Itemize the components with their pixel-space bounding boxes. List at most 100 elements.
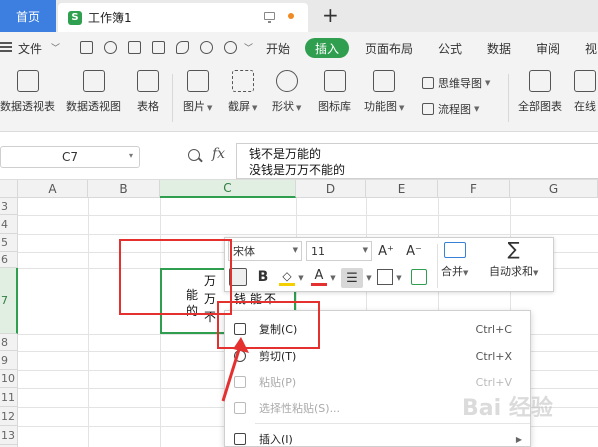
- autosum-button[interactable]: ∑ 自动求和▼: [489, 241, 538, 279]
- new-tab-button[interactable]: +: [322, 4, 339, 26]
- tab-formula[interactable]: 公式: [438, 40, 462, 57]
- shape-button[interactable]: 形状 ▼: [272, 70, 301, 114]
- picture-icon: [186, 70, 209, 92]
- all-charts-button[interactable]: 全部图表: [518, 70, 562, 114]
- merge-button[interactable]: 合并▼: [441, 242, 468, 279]
- chevron-down-icon[interactable]: ▼: [297, 271, 305, 285]
- icon-library-button[interactable]: 图标库: [318, 70, 351, 114]
- menu-item-insert[interactable]: 插入(I) ▶: [225, 426, 530, 447]
- online-chart-label: 在线: [574, 100, 596, 113]
- row-header[interactable]: 3: [0, 198, 18, 215]
- bold-button[interactable]: B: [255, 268, 271, 286]
- pivot-table-button[interactable]: 数据透视表: [0, 70, 55, 114]
- formula-line-1: 钱不是万能的: [249, 147, 322, 161]
- redo-icon[interactable]: [224, 41, 237, 54]
- tab-review[interactable]: 审阅: [536, 40, 560, 57]
- function-chart-button[interactable]: 功能图 ▼: [364, 70, 404, 114]
- grid-line: [18, 234, 598, 235]
- undo-icon[interactable]: [200, 41, 213, 54]
- chevron-down-icon[interactable]: ﹀: [244, 41, 253, 54]
- file-menu[interactable]: 文件: [18, 40, 42, 57]
- row-header[interactable]: 5: [0, 234, 18, 252]
- menu-item-label: 插入(I): [259, 433, 293, 446]
- chevron-down-icon[interactable]: ▼: [365, 271, 373, 285]
- row-header[interactable]: 4: [0, 215, 18, 234]
- print-preview-icon[interactable]: [152, 41, 165, 54]
- annotation-arrow-icon: [221, 337, 249, 402]
- column-header-d[interactable]: D: [296, 180, 366, 198]
- font-size-select[interactable]: 11 ▼: [306, 241, 372, 261]
- menu-bar: 文件 ﹀ ﹀ 开始 插入 页面布局 公式 数据 审阅 视: [0, 32, 598, 64]
- pivot-chart-label: 数据透视图: [66, 100, 121, 113]
- column-header-b[interactable]: B: [88, 180, 160, 198]
- ribbon: 数据透视表 数据透视图 表格 图片 ▼ 截屏 ▼ 形状 ▼ 图标库 功能图 ▼ 思维导图…: [0, 64, 598, 132]
- column-header-e[interactable]: E: [366, 180, 438, 198]
- ribbon-divider: [508, 74, 509, 122]
- output-icon[interactable]: [104, 41, 117, 54]
- row-header[interactable]: 9: [0, 351, 18, 370]
- name-box[interactable]: C7 ▾: [0, 146, 140, 168]
- select-all-corner[interactable]: [0, 180, 18, 198]
- mind-map-icon: [422, 77, 434, 89]
- home-tab[interactable]: 首页: [0, 0, 56, 32]
- align-center-icon[interactable]: ☰: [341, 268, 363, 288]
- unsaved-dot-icon: [288, 13, 294, 19]
- hamburger-icon[interactable]: [0, 42, 12, 52]
- chevron-down-icon[interactable]: ▼: [329, 271, 337, 285]
- mind-map-label: 思维导图: [438, 77, 482, 90]
- pivot-chart-button[interactable]: 数据透视图: [66, 70, 121, 114]
- mini-toolbar: 宋体 ▼ 11 ▼ A⁺ A⁻ B ◇ ▼ A ▼ ☰ ▼ ▼ 合并▼ ∑ 自动…: [224, 237, 554, 292]
- decrease-font-icon[interactable]: A⁻: [405, 241, 423, 261]
- chevron-down-icon[interactable]: ▼: [395, 271, 403, 285]
- chevron-down-icon[interactable]: ﹀: [51, 41, 60, 54]
- row-header[interactable]: 11: [0, 388, 18, 407]
- row-header[interactable]: 8: [0, 334, 18, 351]
- icon-library-label: 图标库: [318, 100, 351, 113]
- mind-map-button[interactable]: 思维导图 ▼: [422, 75, 490, 91]
- row-header[interactable]: 7: [0, 268, 18, 334]
- pivot-chart-icon: [82, 70, 105, 92]
- screenshot-button[interactable]: 截屏 ▼: [228, 70, 257, 114]
- format-painter-icon[interactable]: [176, 41, 189, 54]
- home-tab-label: 首页: [15, 9, 40, 24]
- tab-page-layout[interactable]: 页面布局: [365, 40, 413, 57]
- column-header-f[interactable]: F: [438, 180, 510, 198]
- menu-item-shortcut: Ctrl+V: [475, 375, 512, 389]
- print-icon[interactable]: [128, 41, 141, 54]
- document-tab[interactable]: S 工作簿1: [58, 3, 308, 32]
- screenshot-text: 截屏: [228, 100, 250, 113]
- border-icon[interactable]: [377, 269, 393, 285]
- save-icon[interactable]: [80, 41, 93, 54]
- increase-font-icon[interactable]: A⁺: [377, 241, 395, 261]
- online-chart-button[interactable]: 在线: [574, 70, 596, 114]
- font-color-icon[interactable]: A: [311, 268, 327, 286]
- tab-insert[interactable]: 插入: [305, 38, 350, 58]
- chevron-down-icon[interactable]: ▼: [363, 246, 368, 254]
- tab-start[interactable]: 开始: [266, 40, 290, 57]
- row-header[interactable]: 13: [0, 426, 18, 445]
- flowchart-button[interactable]: 流程图 ▼: [422, 101, 479, 117]
- monitor-icon[interactable]: [264, 12, 275, 23]
- cell-reference: C7: [61, 150, 78, 164]
- search-icon[interactable]: [188, 149, 200, 161]
- tab-view[interactable]: 视: [585, 40, 597, 57]
- title-bar: 首页 S 工作簿1 +: [0, 0, 598, 32]
- clear-format-icon[interactable]: [411, 269, 427, 285]
- row-header[interactable]: 6: [0, 252, 18, 268]
- row-header[interactable]: 10: [0, 370, 18, 388]
- table-button[interactable]: 表格: [137, 70, 159, 114]
- chevron-down-icon[interactable]: ▼: [293, 246, 298, 254]
- fill-color-icon[interactable]: ◇: [279, 268, 295, 286]
- picture-button[interactable]: 图片 ▼: [183, 70, 212, 114]
- column-header-a[interactable]: A: [18, 180, 88, 198]
- font-family-select[interactable]: 宋体 ▼: [228, 241, 302, 261]
- column-header-g[interactable]: G: [510, 180, 598, 198]
- column-header-c[interactable]: C: [160, 180, 296, 198]
- chevron-down-icon[interactable]: ▾: [129, 151, 133, 160]
- online-chart-icon: [574, 70, 596, 92]
- function-icon[interactable]: fx: [212, 146, 225, 162]
- formula-input[interactable]: 钱不是万能的 没钱是万万不能的: [236, 143, 598, 179]
- font-family-value: 宋体: [233, 245, 255, 258]
- row-header[interactable]: 12: [0, 407, 18, 426]
- tab-data[interactable]: 数据: [487, 40, 511, 57]
